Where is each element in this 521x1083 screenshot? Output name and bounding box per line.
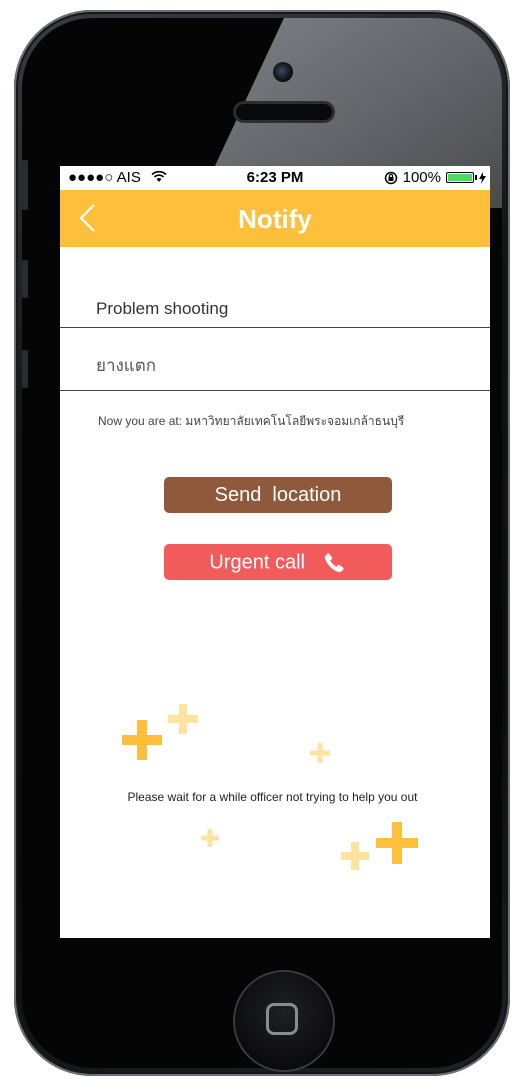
volume-up-button	[22, 260, 28, 298]
urgent-call-button[interactable]: Urgent call	[164, 544, 392, 580]
plus-decoration-icon	[376, 822, 418, 864]
status-right: 100%	[384, 169, 486, 186]
page-title: Notify	[238, 204, 312, 234]
mute-switch	[22, 160, 28, 210]
battery-icon	[446, 172, 477, 183]
plus-decoration-icon	[201, 829, 219, 847]
current-location-text: Now you are at: มหาวิทยาลัยเทคโนโลยีพระจ…	[98, 414, 405, 428]
volume-down-button	[22, 350, 28, 388]
divider	[60, 390, 490, 391]
send-location-button[interactable]: Send location	[164, 477, 392, 513]
navigation-bar: Notify	[60, 190, 490, 247]
orientation-lock-icon	[384, 171, 397, 184]
app-screen: ●●●●○ AIS 6:23 PM 100% Notify Problem sh…	[60, 166, 490, 938]
front-camera	[273, 62, 293, 82]
phone-icon	[324, 553, 344, 572]
battery-percent: 100%	[402, 169, 441, 186]
urgent-call-label: Urgent call	[209, 551, 306, 574]
battery-level	[448, 174, 472, 181]
plus-decoration-icon	[310, 743, 330, 763]
earpiece-speaker	[236, 104, 332, 120]
charging-icon	[479, 171, 486, 184]
problem-input[interactable]: ยางแตก	[96, 352, 156, 379]
home-button[interactable]	[235, 972, 333, 1070]
send-location-label: Send location	[214, 484, 342, 506]
wait-message: Please wait for a while officer not tryi…	[127, 790, 418, 804]
plus-decoration-icon	[168, 704, 198, 734]
problem-label: Problem shooting	[96, 299, 229, 318]
plus-decoration-icon	[122, 720, 162, 760]
plus-decoration-icon	[341, 842, 369, 870]
home-square-icon	[266, 1003, 298, 1035]
divider	[60, 327, 490, 328]
status-bar: ●●●●○ AIS 6:23 PM 100%	[60, 166, 490, 190]
